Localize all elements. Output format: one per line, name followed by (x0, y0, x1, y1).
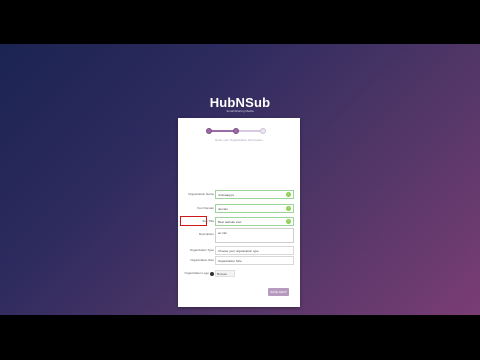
field-value: Browse (217, 272, 228, 276)
field-label: Sub Title (202, 219, 214, 223)
step-1-dot[interactable] (206, 128, 212, 134)
field-label: Organization Size (190, 258, 214, 262)
field-value: domain (218, 207, 228, 211)
browse-logo-button[interactable]: Browse (215, 270, 235, 277)
save-next-button[interactable]: SAVE NEXT (268, 288, 289, 296)
field-label: Organization Type (189, 248, 214, 252)
field-value: Organization Size (218, 259, 242, 263)
progress-fill (208, 130, 236, 132)
field-value: Choose your organization type (218, 249, 259, 253)
organization-size-select[interactable]: Organization Size (215, 256, 294, 265)
field-row-your-domain: Your Domain domain ✓ (178, 204, 300, 215)
field-row-organization-size: Organization Size Organization Size (178, 256, 300, 267)
field-row-organization-name: Organization Name nicknaagrys ✓ (178, 190, 300, 201)
field-value: Best website ever (218, 220, 242, 224)
field-label: Description (198, 232, 214, 236)
brand-logo: HubNSub SmartSharing Media (0, 96, 480, 113)
step-3-dot[interactable] (260, 128, 266, 134)
description-textarea[interactable]: an info (215, 228, 294, 243)
field-row-sub-title: Sub Title Best website ever ✓ (178, 216, 300, 228)
brand-name: HubNSub (209, 95, 271, 110)
radio-icon[interactable] (210, 272, 214, 276)
domain-input[interactable]: domain ✓ (215, 204, 294, 213)
brand-tagline: SmartSharing Media (226, 109, 254, 113)
letterbox-bottom (0, 315, 480, 360)
field-label: Organization Name (188, 192, 214, 196)
field-label: Organization Logo (184, 271, 209, 275)
field-label: Your Domain (196, 206, 214, 210)
field-value: an info (218, 231, 228, 235)
letterbox-top (0, 0, 480, 44)
organization-name-input[interactable]: nicknaagrys ✓ (215, 190, 294, 199)
step-2-dot[interactable] (233, 128, 239, 134)
background-stage: HubNSub SmartSharing Media Enter your Or… (0, 44, 480, 315)
check-icon: ✓ (286, 192, 291, 197)
setup-wizard-card: Enter your Organization Information Orga… (178, 118, 300, 307)
field-row-organization-logo: Organization Logo Browse (178, 270, 300, 281)
sub-title-input[interactable]: Best website ever ✓ (215, 217, 294, 226)
wizard-progress (206, 127, 266, 135)
check-icon: ✓ (286, 219, 291, 224)
wizard-hint: Enter your Organization Information (215, 138, 263, 142)
organization-type-select[interactable]: Choose your organization type (215, 246, 294, 255)
field-row-description: Description an info (178, 228, 300, 244)
field-value: nicknaagrys (218, 193, 235, 197)
check-icon: ✓ (286, 206, 291, 211)
